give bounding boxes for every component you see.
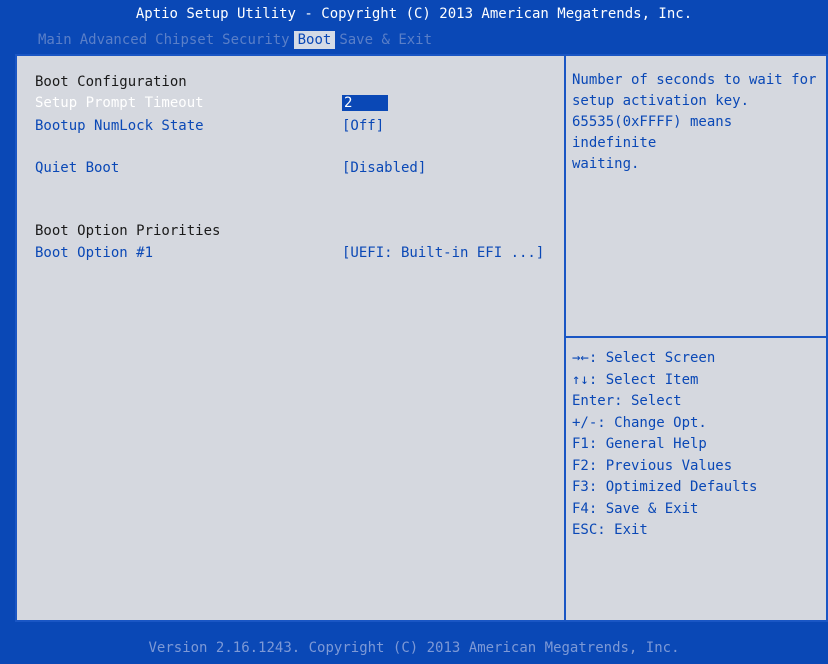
vertical-divider — [564, 56, 566, 620]
bootup-numlock-value[interactable]: [Off] — [342, 118, 384, 134]
tab-main[interactable]: Main — [34, 31, 76, 49]
key-general-help: F1: General Help — [572, 436, 707, 452]
section-boot-option-priorities: Boot Option Priorities — [35, 223, 221, 239]
key-change-opt: +/-: Change Opt. — [572, 414, 707, 431]
tab-chipset[interactable]: Chipset — [151, 31, 218, 49]
footer-version: Version 2.16.1243. Copyright (C) 2013 Am… — [148, 640, 680, 656]
tab-advanced[interactable]: Advanced — [76, 31, 151, 49]
quiet-boot-value[interactable]: [Disabled] — [342, 160, 426, 176]
key-enter-select: Enter: Select — [572, 393, 682, 409]
bootup-numlock-label[interactable]: Bootup NumLock State — [35, 118, 204, 134]
key-optimized-defaults: F3: Optimized Defaults — [572, 479, 758, 495]
tab-security[interactable]: Security — [218, 31, 293, 49]
tab-boot[interactable]: Boot — [293, 31, 336, 49]
boot-option-1-label[interactable]: Boot Option #1 — [35, 245, 153, 261]
key-previous-values: F2: Previous Values — [572, 457, 733, 474]
section-boot-configuration: Boot Configuration — [35, 74, 187, 90]
key-save-exit: F4: Save & Exit — [572, 500, 699, 517]
key-esc-exit: ESC: Exit — [572, 522, 648, 538]
help-line: 65535(0xFFFF) means indefinite — [572, 114, 733, 151]
horizontal-divider — [566, 336, 828, 338]
header-title: Aptio Setup Utility - Copyright (C) 2013… — [135, 6, 693, 22]
help-line: waiting. — [572, 156, 640, 172]
key-select-item: ↑↓: Select Item — [572, 371, 699, 388]
quiet-boot-label[interactable]: Quiet Boot — [35, 160, 119, 176]
setup-prompt-timeout-label[interactable]: Setup Prompt Timeout — [35, 95, 204, 111]
tab-save-exit[interactable]: Save & Exit — [335, 31, 436, 49]
help-line: Number of seconds to wait for — [572, 72, 817, 88]
tab-bar: Main Advanced Chipset Security Boot Save & Ex… — [34, 31, 436, 51]
key-select-screen: →←: Select Screen — [572, 350, 716, 366]
setup-panel: Boot Configuration Setup Prompt Timeout … — [15, 54, 828, 622]
help-line: setup activation key. — [572, 93, 750, 109]
setup-prompt-timeout-field[interactable]: 2 — [342, 95, 388, 111]
key-legend: →←: Select Screen ↑↓: Select Item Enter:… — [572, 348, 822, 542]
setup-prompt-timeout-value[interactable]: 2 — [342, 95, 388, 111]
boot-option-1-value[interactable]: [UEFI: Built-in EFI ...] — [342, 245, 544, 261]
help-text: Number of seconds to wait for setup acti… — [572, 70, 822, 175]
